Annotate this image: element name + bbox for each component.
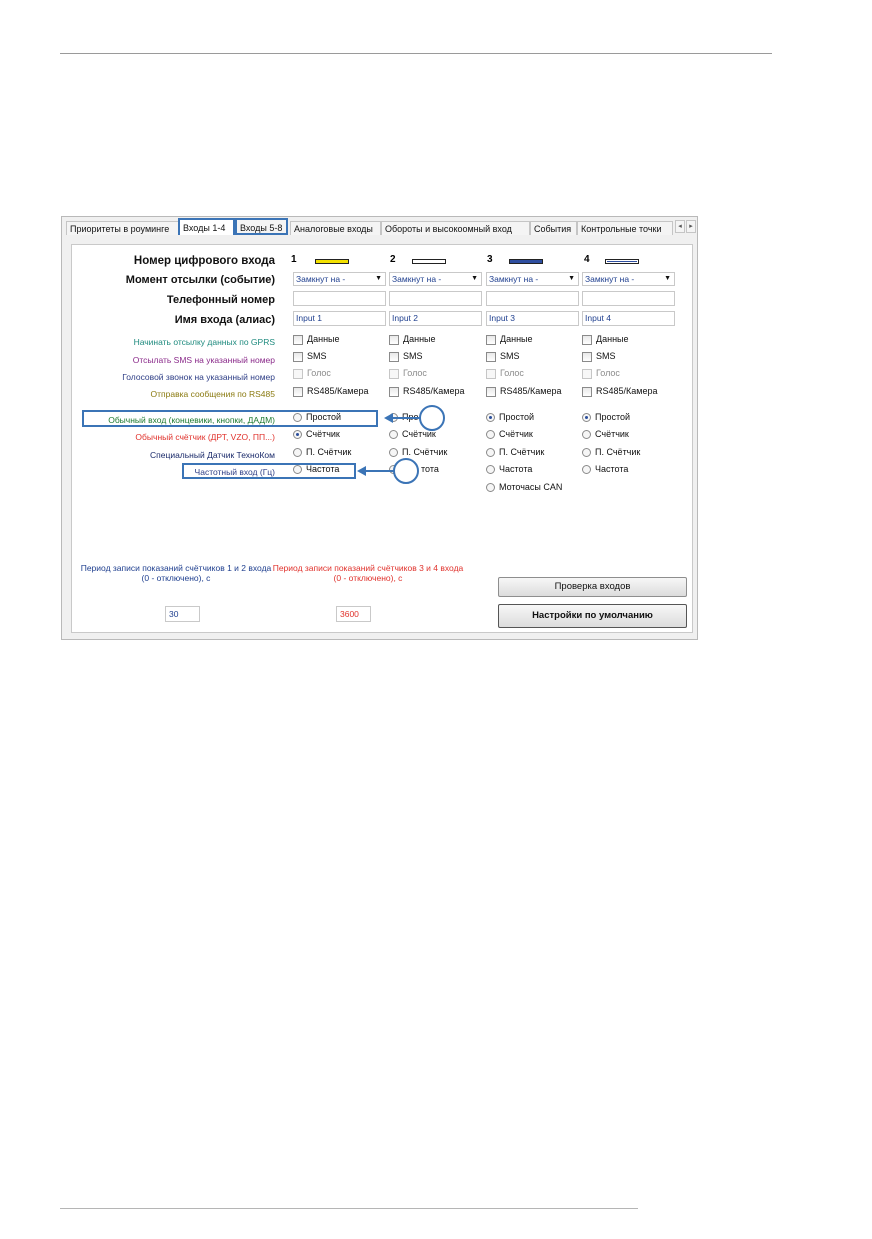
radio-label: Простой <box>499 412 535 422</box>
input-number-3: 3 <box>487 254 493 265</box>
label-input-number: Номер цифрового входа <box>133 255 275 267</box>
radio-label: П. Счётчик <box>595 447 641 457</box>
period-34-label: Период записи показаний счётчиков 3 и 4 … <box>272 563 464 583</box>
label-rs485: Отправка сообщения по RS485 <box>150 389 275 399</box>
event-select-1[interactable]: Замкнут на - ▼ <box>293 272 386 286</box>
highlight-normal-input <box>82 410 378 427</box>
gprs-checkbox-label-2: Данные <box>403 334 436 344</box>
label-special-sensor: Специальный Датчик ТехноКом <box>149 450 275 460</box>
sms-checkbox-label-4: SMS <box>596 351 616 361</box>
voice-checkbox-label-2: Голос <box>403 368 427 378</box>
event-select-value-2: Замкнут на - <box>392 274 442 284</box>
radio-label: Счётчик <box>595 429 629 439</box>
input-number-2: 2 <box>390 254 396 265</box>
label-voice-call: Голосовой звонок на указанный номер <box>122 372 275 382</box>
event-select-value-4: Замкнут на - <box>585 274 635 284</box>
phone-input-2[interactable] <box>389 291 482 306</box>
period-12-input[interactable]: 30 <box>165 606 200 622</box>
settings-window: Приоритеты в роуминге Входы 1-4 Входы 5-… <box>61 216 698 640</box>
tab-inputs-1-4[interactable]: Входы 1-4 <box>178 218 235 235</box>
radio-label: Моточасы CAN <box>499 482 563 492</box>
chevron-down-icon: ▼ <box>471 275 478 282</box>
voice-checkbox-label-3: Голос <box>500 368 524 378</box>
phone-input-3[interactable] <box>486 291 579 306</box>
event-select-2[interactable]: Замкнут на - ▼ <box>389 272 482 286</box>
rs485-checkbox-label-1: RS485/Камера <box>307 386 369 396</box>
alias-input-2[interactable]: Input 2 <box>389 311 482 326</box>
tab-scroll-left-icon[interactable]: ◂ <box>675 220 685 233</box>
radio-label: Счётчик <box>499 429 533 439</box>
label-phone-number: Телефонный номер <box>166 294 275 306</box>
radio-label: Частота <box>499 464 533 474</box>
inputs-panel: Номер цифрового входа Момент отсылки (со… <box>71 244 693 633</box>
highlight-frequency-input <box>182 463 356 479</box>
radio-label: Счётчик <box>402 429 436 439</box>
tab-roaming-priorities[interactable]: Приоритеты в роуминге <box>66 221 179 235</box>
chevron-down-icon: ▼ <box>664 275 671 282</box>
radio-label: Частота <box>595 464 629 474</box>
tab-analog-inputs[interactable]: Аналоговые входы <box>290 221 381 235</box>
label-gprs: Начинать отсылку данных по GPRS <box>133 337 275 347</box>
gprs-checkbox-label-3: Данные <box>500 334 533 344</box>
tab-rpm-highohm[interactable]: Обороты и высокоомный вход <box>381 221 530 235</box>
tab-inputs-5-8[interactable]: Входы 5-8 <box>235 218 288 235</box>
tab-bar: Приоритеты в роуминге Входы 1-4 Входы 5-… <box>62 217 697 235</box>
radio-label: тота <box>421 464 439 474</box>
rs485-checkbox-label-2: RS485/Камера <box>403 386 465 396</box>
sms-checkbox-label-1: SMS <box>307 351 327 361</box>
tab-scroll-right-icon[interactable]: ▸ <box>686 220 696 233</box>
period-34-input[interactable]: 3600 <box>336 606 371 622</box>
gprs-checkbox-label-1: Данные <box>307 334 340 344</box>
chevron-down-icon: ▼ <box>568 275 575 282</box>
alias-input-4[interactable]: Input 4 <box>582 311 675 326</box>
input-number-1: 1 <box>291 254 297 265</box>
label-input-alias: Имя входа (алиас) <box>174 314 275 326</box>
phone-input-1[interactable] <box>293 291 386 306</box>
event-select-value-3: Замкнут на - <box>489 274 539 284</box>
tab-events[interactable]: События <box>530 221 577 235</box>
input-number-4: 4 <box>584 254 590 265</box>
page-bottom-rule <box>60 1208 638 1209</box>
radio-label: Простой <box>595 412 631 422</box>
check-inputs-button[interactable]: Проверка входов <box>498 577 687 597</box>
radio-label: Счётчик <box>306 429 340 439</box>
radio-label: П. Счётчик <box>402 447 448 457</box>
event-select-3[interactable]: Замкнут на - ▼ <box>486 272 579 286</box>
page-top-rule <box>60 53 772 54</box>
label-sms: Отсылать SMS на указанный номер <box>132 355 275 365</box>
voice-checkbox-label-1: Голос <box>307 368 331 378</box>
alias-input-1[interactable]: Input 1 <box>293 311 386 326</box>
gprs-checkbox-label-4: Данные <box>596 334 629 344</box>
radio-label: Про <box>402 412 419 422</box>
label-send-moment: Момент отсылки (событие) <box>125 274 275 286</box>
rs485-checkbox-label-4: RS485/Камера <box>596 386 658 396</box>
voice-checkbox-label-4: Голос <box>596 368 620 378</box>
input-color-swatch-1 <box>315 259 349 264</box>
default-settings-button[interactable]: Настройки по умолчанию <box>498 604 687 628</box>
phone-input-4[interactable] <box>582 291 675 306</box>
input-color-swatch-3 <box>509 259 543 264</box>
event-select-4[interactable]: Замкнут на - ▼ <box>582 272 675 286</box>
input-color-swatch-2 <box>412 259 446 264</box>
chevron-down-icon: ▼ <box>375 275 382 282</box>
input-color-swatch-4 <box>605 259 639 264</box>
sms-checkbox-label-3: SMS <box>500 351 520 361</box>
label-normal-counter: Обычный счётчик (ДРТ, VZO, ПП...) <box>135 432 275 442</box>
alias-input-3[interactable]: Input 3 <box>486 311 579 326</box>
radio-label: П. Счётчик <box>499 447 545 457</box>
period-12-label: Период записи показаний счётчиков 1 и 2 … <box>80 563 272 583</box>
event-select-value-1: Замкнут на - <box>296 274 346 284</box>
rs485-checkbox-label-3: RS485/Камера <box>500 386 562 396</box>
sms-checkbox-label-2: SMS <box>403 351 423 361</box>
tab-checkpoints[interactable]: Контрольные точки <box>577 221 673 235</box>
radio-label: П. Счётчик <box>306 447 352 457</box>
